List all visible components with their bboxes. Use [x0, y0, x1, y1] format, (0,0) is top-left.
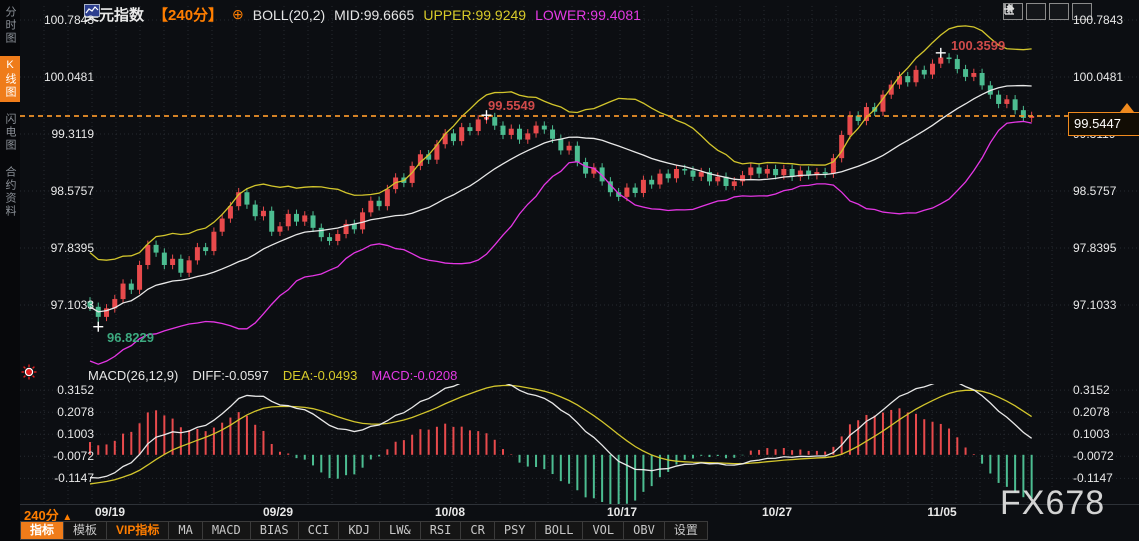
- price-axis-label: 99.3119: [51, 127, 95, 141]
- date-tick: 11/05: [927, 505, 957, 519]
- tab-vol[interactable]: VOL: [583, 521, 625, 540]
- price-axis-label: 97.1033: [1073, 298, 1117, 312]
- price-axis-label: 100.0481: [1073, 70, 1124, 84]
- tab-kdj[interactable]: KDJ: [339, 521, 381, 540]
- sidebar-item-candlestick-chart[interactable]: K线图: [0, 56, 20, 102]
- tab-rsi[interactable]: RSI: [420, 521, 462, 540]
- macd-diff-value: DIFF:-0.0597: [192, 368, 269, 383]
- price-axis-label: 100.7843: [1073, 13, 1124, 27]
- sidebar-item-lightning-chart[interactable]: 闪电图: [0, 110, 20, 155]
- price-marker-arrow: [1120, 103, 1134, 112]
- date-tick: 09/29: [262, 505, 294, 519]
- boll-lower-value: LOWER:99.4081: [535, 6, 641, 23]
- macd-axis-label: -0.1147: [54, 471, 94, 485]
- period-label[interactable]: 【240分】: [153, 4, 223, 25]
- date-tick: 09/19: [94, 505, 126, 519]
- price-axis-label: 98.5757: [50, 184, 94, 198]
- tab-bias[interactable]: BIAS: [250, 521, 299, 540]
- watermark: FX678: [1000, 484, 1106, 522]
- macd-header: MACD(26,12,9) DIFF:-0.0597 DEA:-0.0493 M…: [88, 368, 457, 383]
- trading-app: 分时图 K线图 闪电图 合约资料 美元指数 【240分】 ⊕ BOLL(20,2…: [0, 0, 1139, 541]
- chart-header: 美元指数 【240分】 ⊕ BOLL(20,2) MID:99.6665 UPP…: [84, 4, 641, 25]
- chart-canvas[interactable]: [0, 0, 1139, 541]
- swing-high-label: 99.5549: [488, 98, 535, 113]
- price-axis-label: 97.8395: [1073, 241, 1117, 255]
- indicator-toolbar: 指标 模板 VIP指标 MA MACD BIAS CCI KDJ LW& RSI…: [20, 521, 708, 540]
- chart-type-sidebar: 分时图 K线图 闪电图 合约资料: [0, 0, 20, 541]
- tab-macd[interactable]: MACD: [202, 521, 251, 540]
- price-axis-label: 97.8395: [50, 241, 94, 255]
- y-axis-fit-right-icon[interactable]: [1004, 3, 1069, 20]
- price-axis-label: 98.5757: [1073, 184, 1117, 198]
- macd-hist-value: MACD:-0.0208: [371, 368, 458, 383]
- macd-axis-label: 0.2078: [57, 405, 94, 419]
- macd-dea-value: DEA:-0.0493: [282, 368, 358, 383]
- price-axis-label: 97.1033: [50, 298, 94, 312]
- tab-template[interactable]: 模板: [64, 521, 108, 540]
- macd-axis-label: 0.1003: [57, 427, 94, 441]
- sidebar-item-contract-info[interactable]: 合约资料: [0, 163, 20, 221]
- macd-axis-label: 0.3152: [1073, 383, 1110, 397]
- price-axis-label: 100.0481: [43, 70, 94, 84]
- swing-high-label: 100.3599: [951, 38, 1006, 53]
- y-axis-fit-left-icon[interactable]: [1004, 3, 1046, 20]
- macd-axis-label: 0.1003: [1073, 427, 1110, 441]
- tab-obv[interactable]: OBV: [624, 521, 665, 540]
- tab-settings[interactable]: 设置: [664, 521, 708, 540]
- tab-vip-indicator[interactable]: VIP指标: [107, 521, 170, 540]
- macd-axis-label: 0.3152: [57, 383, 94, 397]
- tab-indicator[interactable]: 指标: [20, 521, 65, 540]
- tab-psy[interactable]: PSY: [494, 521, 536, 540]
- boll-indicator-label: BOLL(20,2): [252, 6, 326, 23]
- boll-mid-value: MID:99.6665: [334, 6, 415, 23]
- tab-boll[interactable]: BOLL: [535, 521, 584, 540]
- circle-plus-icon[interactable]: ⊕: [232, 6, 244, 23]
- live-dot-icon: [21, 364, 37, 380]
- boll-upper-value: UPPER:99.9249: [423, 6, 527, 23]
- macd-indicator-label: MACD(26,12,9): [88, 368, 179, 383]
- sidebar-item-time-chart[interactable]: 分时图: [0, 3, 20, 48]
- tab-cr[interactable]: CR: [461, 521, 495, 540]
- macd-axis-label: -0.0072: [1073, 449, 1114, 463]
- macd-axis-label: 0.2078: [1073, 405, 1110, 419]
- swing-low-label: 96.8229: [107, 330, 154, 345]
- date-tick: 10/08: [434, 505, 466, 519]
- price-axis-label: 100.7843: [43, 13, 94, 27]
- date-tick: 10/27: [761, 505, 793, 519]
- tab-lwr[interactable]: LW&: [380, 521, 421, 540]
- current-price-box: 99.5447: [1068, 112, 1139, 136]
- tab-ma[interactable]: MA: [169, 521, 203, 540]
- macd-axis-label: -0.1147: [1073, 471, 1113, 485]
- macd-axis-label: -0.0072: [53, 449, 94, 463]
- date-tick: 10/17: [606, 505, 638, 519]
- tab-cci[interactable]: CCI: [298, 521, 340, 540]
